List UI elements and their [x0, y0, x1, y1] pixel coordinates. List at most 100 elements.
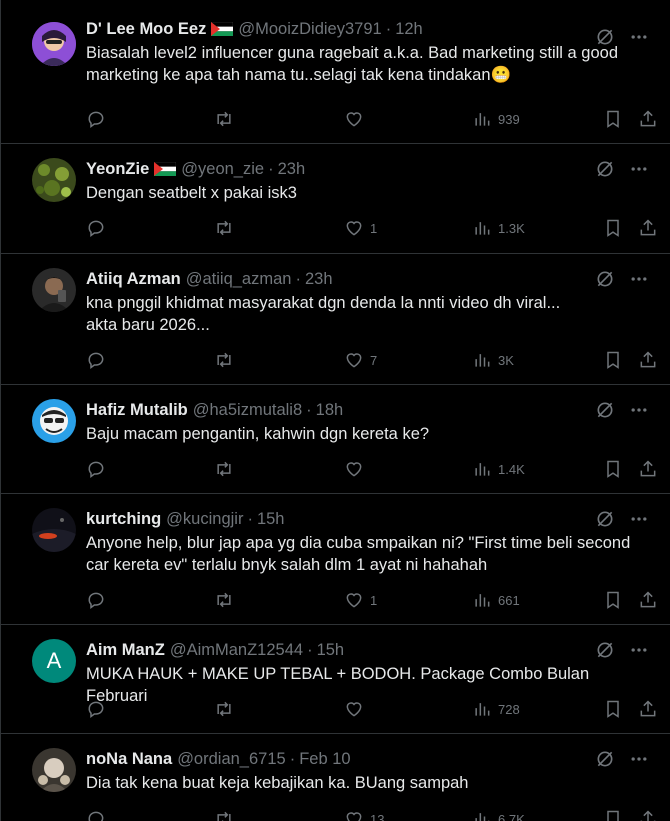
- timestamp[interactable]: 23h: [278, 160, 306, 179]
- grok-icon[interactable]: [594, 26, 616, 48]
- share-button[interactable]: [638, 109, 658, 129]
- avatar[interactable]: [32, 268, 76, 312]
- grok-icon[interactable]: [594, 399, 616, 421]
- bookmark-button[interactable]: [603, 350, 623, 370]
- like-button[interactable]: 1: [344, 218, 377, 238]
- display-name[interactable]: D' Lee Moo Eez: [86, 20, 206, 39]
- reply-button[interactable]: [86, 218, 106, 238]
- display-name[interactable]: kurtching: [86, 510, 161, 529]
- avatar[interactable]: A: [32, 639, 76, 683]
- display-name[interactable]: noNa Nana: [86, 750, 172, 769]
- bookmark-button[interactable]: [603, 218, 623, 238]
- display-name[interactable]: Aim ManZ: [86, 641, 165, 660]
- tweet[interactable]: D' Lee Moo Eez @MooizDidiey3791 · 12h Bi…: [1, 0, 670, 144]
- share-button[interactable]: [638, 809, 658, 821]
- like-button[interactable]: [344, 699, 370, 719]
- retweet-button[interactable]: [214, 699, 234, 719]
- views-icon: [475, 813, 490, 821]
- tweet-text: kna pnggil khidmat masyarakat dgn denda …: [86, 294, 561, 334]
- timestamp[interactable]: Feb 10: [299, 750, 350, 769]
- share-button[interactable]: [638, 699, 658, 719]
- retweet-button[interactable]: [214, 350, 234, 370]
- more-icon[interactable]: [628, 748, 650, 770]
- bookmark-button[interactable]: [603, 809, 623, 821]
- views-button[interactable]: 728: [472, 699, 520, 719]
- user-handle[interactable]: @atiiq_azman: [186, 270, 292, 289]
- more-icon[interactable]: [628, 639, 650, 661]
- grok-icon[interactable]: [594, 639, 616, 661]
- user-handle[interactable]: @AimManZ12544: [170, 641, 303, 660]
- like-count: 1: [370, 592, 378, 608]
- user-handle[interactable]: @kucingjir: [166, 510, 243, 529]
- grok-icon[interactable]: [594, 158, 616, 180]
- bookmark-icon: [607, 700, 619, 718]
- like-button[interactable]: [344, 459, 370, 479]
- timestamp[interactable]: 15h: [257, 510, 285, 529]
- avatar[interactable]: [32, 22, 76, 66]
- avatar[interactable]: [32, 748, 76, 792]
- like-button[interactable]: 1: [344, 590, 377, 610]
- views-button[interactable]: 661: [472, 590, 520, 610]
- display-name[interactable]: Hafiz Mutalib: [86, 401, 188, 420]
- tweet[interactable]: A Aim ManZ @AimManZ12544 · 15h MUKA HAUK…: [1, 625, 670, 734]
- more-icon[interactable]: [628, 26, 650, 48]
- more-icon[interactable]: [628, 508, 650, 530]
- grok-icon[interactable]: [594, 268, 616, 290]
- grok-icon[interactable]: [594, 508, 616, 530]
- display-name[interactable]: Atiiq Azman: [86, 270, 181, 289]
- avatar[interactable]: [32, 399, 76, 443]
- tweet[interactable]: kurtching @kucingjir · 15h Anyone help, …: [1, 494, 670, 625]
- views-button[interactable]: 939: [472, 109, 520, 129]
- reply-button[interactable]: [86, 699, 106, 719]
- retweet-button[interactable]: [214, 218, 234, 238]
- tweet[interactable]: YeonZie @yeon_zie · 23h Dengan seatbelt …: [1, 144, 670, 254]
- views-button[interactable]: 3K: [472, 350, 514, 370]
- share-button[interactable]: [638, 590, 658, 610]
- tweet[interactable]: noNa Nana @ordian_6715 · Feb 10 Dia tak …: [1, 734, 670, 821]
- user-handle[interactable]: @MooizDidiey3791: [238, 20, 381, 39]
- retweet-button[interactable]: [214, 109, 234, 129]
- like-icon: [346, 593, 362, 608]
- reply-button[interactable]: [86, 109, 106, 129]
- grok-icon[interactable]: [594, 748, 616, 770]
- timestamp[interactable]: 15h: [317, 641, 345, 660]
- bookmark-button[interactable]: [603, 459, 623, 479]
- like-button[interactable]: 7: [344, 350, 377, 370]
- reply-button[interactable]: [86, 459, 106, 479]
- more-icon[interactable]: [628, 399, 650, 421]
- like-button[interactable]: 13: [344, 809, 384, 821]
- reply-icon: [88, 111, 104, 128]
- timestamp[interactable]: 18h: [316, 401, 344, 420]
- share-button[interactable]: [638, 218, 658, 238]
- retweet-button[interactable]: [214, 590, 234, 610]
- bookmark-button[interactable]: [603, 590, 623, 610]
- reply-button[interactable]: [86, 809, 106, 821]
- share-button[interactable]: [638, 350, 658, 370]
- bookmark-button[interactable]: [603, 699, 623, 719]
- share-button[interactable]: [638, 459, 658, 479]
- bookmark-button[interactable]: [603, 109, 623, 129]
- views-button[interactable]: 1.3K: [472, 218, 525, 238]
- tweet[interactable]: Hafiz Mutalib @ha5izmutali8 · 18h Baju m…: [1, 385, 670, 494]
- avatar[interactable]: [32, 158, 76, 202]
- like-button[interactable]: [344, 109, 370, 129]
- avatar[interactable]: [32, 508, 76, 552]
- user-handle[interactable]: @ha5izmutali8: [193, 401, 302, 420]
- reply-button[interactable]: [86, 350, 106, 370]
- more-icon[interactable]: [628, 268, 650, 290]
- tweet[interactable]: Atiiq Azman @atiiq_azman · 23h kna pnggi…: [1, 254, 670, 385]
- user-handle[interactable]: @yeon_zie: [181, 160, 264, 179]
- tweet-actions: 1 1.3K: [86, 216, 658, 240]
- retweet-button[interactable]: [214, 809, 234, 821]
- reply-button[interactable]: [86, 590, 106, 610]
- user-handle[interactable]: @ordian_6715: [177, 750, 286, 769]
- timestamp[interactable]: 12h: [395, 20, 423, 39]
- retweet-button[interactable]: [214, 459, 234, 479]
- views-button[interactable]: 1.4K: [472, 459, 525, 479]
- tweet-tools: [594, 158, 650, 180]
- display-name[interactable]: YeonZie: [86, 160, 149, 179]
- retweet-icon: [217, 352, 231, 368]
- more-icon[interactable]: [628, 158, 650, 180]
- timestamp[interactable]: 23h: [305, 270, 333, 289]
- views-button[interactable]: 6.7K: [472, 809, 525, 821]
